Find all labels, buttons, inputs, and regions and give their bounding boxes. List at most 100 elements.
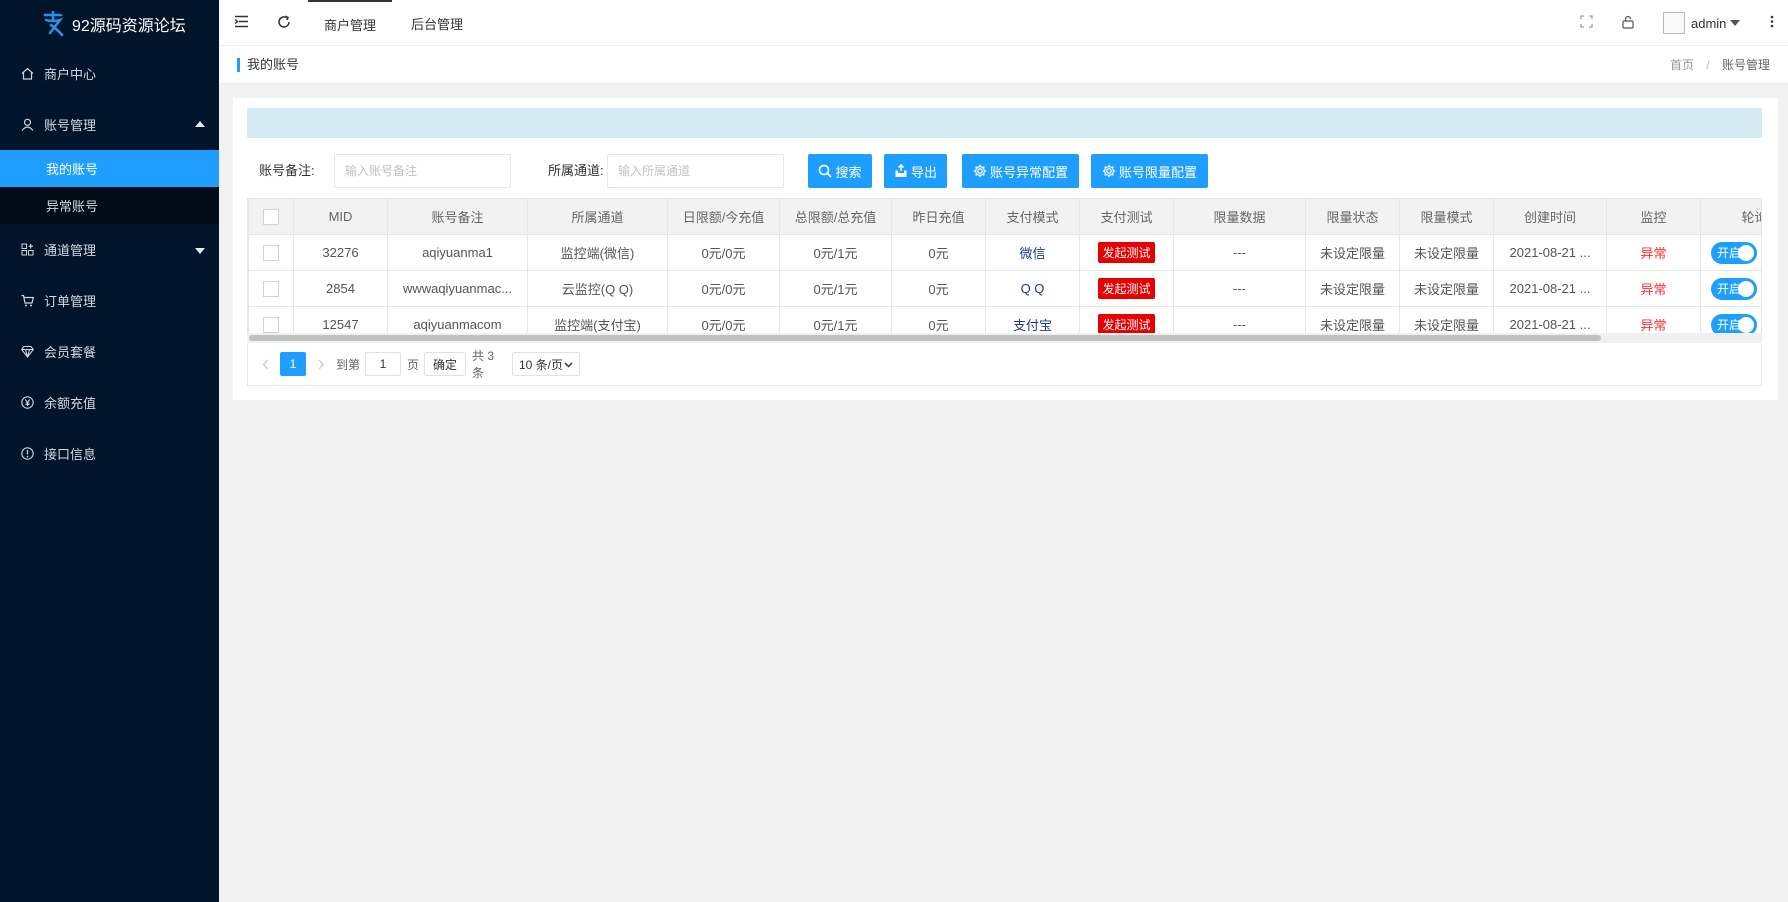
export-button[interactable]: 导出 <box>884 154 947 188</box>
scrollbar-thumb[interactable] <box>249 335 1601 341</box>
cell-limit-mode: 未设定限量 <box>1399 234 1494 271</box>
cell-channel: 监控端(支付宝) <box>527 306 668 333</box>
cell-created: 2021-08-21 ... <box>1493 306 1607 333</box>
search-button[interactable]: 搜索 <box>808 154 872 188</box>
cart-icon <box>20 294 34 308</box>
send-test-button[interactable]: 发起测试 <box>1098 278 1155 299</box>
lock-screen-button[interactable] <box>1618 0 1638 46</box>
logo[interactable]: 92源码资源论坛 <box>0 0 219 48</box>
nav-order-management[interactable]: 订单管理 <box>0 275 219 326</box>
table-horizontal-scrollbar[interactable] <box>247 333 1762 343</box>
sub-item-my-accounts[interactable]: 我的账号 <box>0 150 219 187</box>
tab-merchant-management[interactable]: 商户管理 <box>308 0 392 46</box>
row-checkbox[interactable] <box>263 244 279 261</box>
cell-limit-mode: 未设定限量 <box>1399 306 1494 333</box>
channel-input[interactable] <box>607 154 784 188</box>
send-test-button[interactable]: 发起测试 <box>1098 242 1155 263</box>
tab-admin-management[interactable]: 后台管理 <box>402 0 472 46</box>
cell-total: 0元/1元 <box>779 234 892 271</box>
cell-monitor: 异常 <box>1606 234 1701 271</box>
cell-mid: 12547 <box>293 306 388 333</box>
main-content: 账号备注: 所属通道: 搜索 导出 <box>219 84 1788 902</box>
page-size-select[interactable]: 10 条/页 <box>512 352 580 376</box>
nav-channel-management[interactable]: 通道管理 <box>0 224 219 275</box>
select-all-checkbox[interactable] <box>263 208 279 225</box>
breadcrumb-home-link[interactable]: 首页 <box>1670 58 1694 72</box>
nav-api-info[interactable]: 接口信息 <box>0 428 219 479</box>
col-header[interactable]: 昨日充值 <box>891 198 986 235</box>
col-header[interactable]: 监控 <box>1606 198 1701 235</box>
col-header[interactable]: 支付模式 <box>985 198 1080 235</box>
menu-toggle-button[interactable] <box>231 0 251 46</box>
account-table-wrapper[interactable]: MID 账号备注 所属通道 日限额/今充值 总限额/总充值 昨日充值 支付模式 … <box>247 198 1762 333</box>
more-vertical-icon <box>1770 15 1774 31</box>
chevron-down-icon <box>195 247 205 254</box>
limit-config-label: 账号限量配置 <box>1118 164 1197 180</box>
nav-label: 商户中心 <box>44 67 97 82</box>
goto-confirm-button[interactable]: 确定 <box>424 352 466 376</box>
prev-page-icon[interactable] <box>258 352 272 376</box>
poll-toggle[interactable]: 开启 <box>1711 313 1757 333</box>
cell-pay-mode: Q Q <box>985 270 1080 307</box>
chevron-up-icon <box>195 120 205 127</box>
user-menu[interactable]: admin <box>1663 0 1753 46</box>
page-unit-label: 页 <box>406 357 419 372</box>
cell-limit-status: 未设定限量 <box>1305 234 1400 271</box>
remark-input[interactable] <box>334 154 511 188</box>
channel-label: 所属通道: <box>548 163 604 178</box>
abnormal-config-label: 账号异常配置 <box>989 164 1068 180</box>
yen-icon <box>20 396 34 410</box>
fullscreen-button[interactable] <box>1576 0 1596 46</box>
col-header[interactable]: 账号备注 <box>387 198 528 235</box>
col-header[interactable]: 总限额/总充值 <box>779 198 892 235</box>
nav-account-management[interactable]: 账号管理 <box>0 99 219 150</box>
col-header[interactable]: 限量状态 <box>1305 198 1400 235</box>
cell-yesterday: 0元 <box>891 270 986 307</box>
poll-toggle[interactable]: 开启 <box>1711 277 1757 300</box>
col-header[interactable]: 创建时间 <box>1493 198 1607 235</box>
row-checkbox[interactable] <box>263 316 279 333</box>
col-header[interactable]: 限量数据 <box>1173 198 1306 235</box>
table-row: 12547 aqiyuanmacom 监控端(支付宝) 0元/0元 0元/1元 … <box>248 306 1761 333</box>
cell-daily: 0元/0元 <box>667 234 780 271</box>
row-checkbox[interactable] <box>263 280 279 297</box>
nav-merchant-center[interactable]: 商户中心 <box>0 48 219 99</box>
goto-page-input[interactable]: 1 <box>365 352 401 376</box>
cell-monitor: 异常 <box>1606 270 1701 307</box>
nav-balance-recharge[interactable]: 余额充值 <box>0 377 219 428</box>
sub-item-abnormal-accounts[interactable]: 异常账号 <box>0 187 219 224</box>
gear-icon <box>1102 164 1116 178</box>
cell-daily: 0元/0元 <box>667 270 780 307</box>
cell-total: 0元/1元 <box>779 306 892 333</box>
cell-created: 2021-08-21 ... <box>1493 234 1607 271</box>
toggle-knob <box>1738 280 1754 297</box>
export-button-label: 导出 <box>910 164 937 180</box>
poll-toggle[interactable]: 开启 <box>1711 241 1757 264</box>
cell-limit-data: --- <box>1173 234 1306 271</box>
refresh-button[interactable] <box>274 0 294 46</box>
toggle-knob <box>1738 316 1754 333</box>
col-header[interactable]: 日限额/今充值 <box>667 198 780 235</box>
col-header[interactable]: 所属通道 <box>527 198 668 235</box>
limit-config-button[interactable]: 账号限量配置 <box>1091 154 1208 188</box>
send-test-button[interactable]: 发起测试 <box>1098 314 1155 333</box>
account-table: MID 账号备注 所属通道 日限额/今充值 总限额/总充值 昨日充值 支付模式 … <box>248 198 1761 333</box>
logo-text: 92源码资源论坛 <box>72 18 186 35</box>
col-header[interactable]: 限量模式 <box>1399 198 1494 235</box>
nav-label: 会员套餐 <box>44 345 97 360</box>
abnormal-config-button[interactable]: 账号异常配置 <box>962 154 1079 188</box>
next-page-icon[interactable] <box>314 352 328 376</box>
page-number-current[interactable]: 1 <box>280 352 306 376</box>
more-options-button[interactable] <box>1764 0 1780 46</box>
apps-icon <box>20 243 34 257</box>
diamond-icon <box>20 345 34 359</box>
avatar <box>1663 12 1685 34</box>
nav-member-package[interactable]: 会员套餐 <box>0 326 219 377</box>
cell-limit-status: 未设定限量 <box>1305 270 1400 307</box>
export-icon <box>894 164 908 178</box>
col-header[interactable]: MID <box>293 198 388 235</box>
cell-mid: 32276 <box>293 234 388 271</box>
col-header[interactable]: 支付测试 <box>1079 198 1174 235</box>
col-header[interactable]: 轮询 <box>1700 198 1761 235</box>
app-root: 92源码资源论坛 商户中心 账号管理 我的账号 异常账号 通道管理 订单管理 会… <box>0 0 1788 902</box>
